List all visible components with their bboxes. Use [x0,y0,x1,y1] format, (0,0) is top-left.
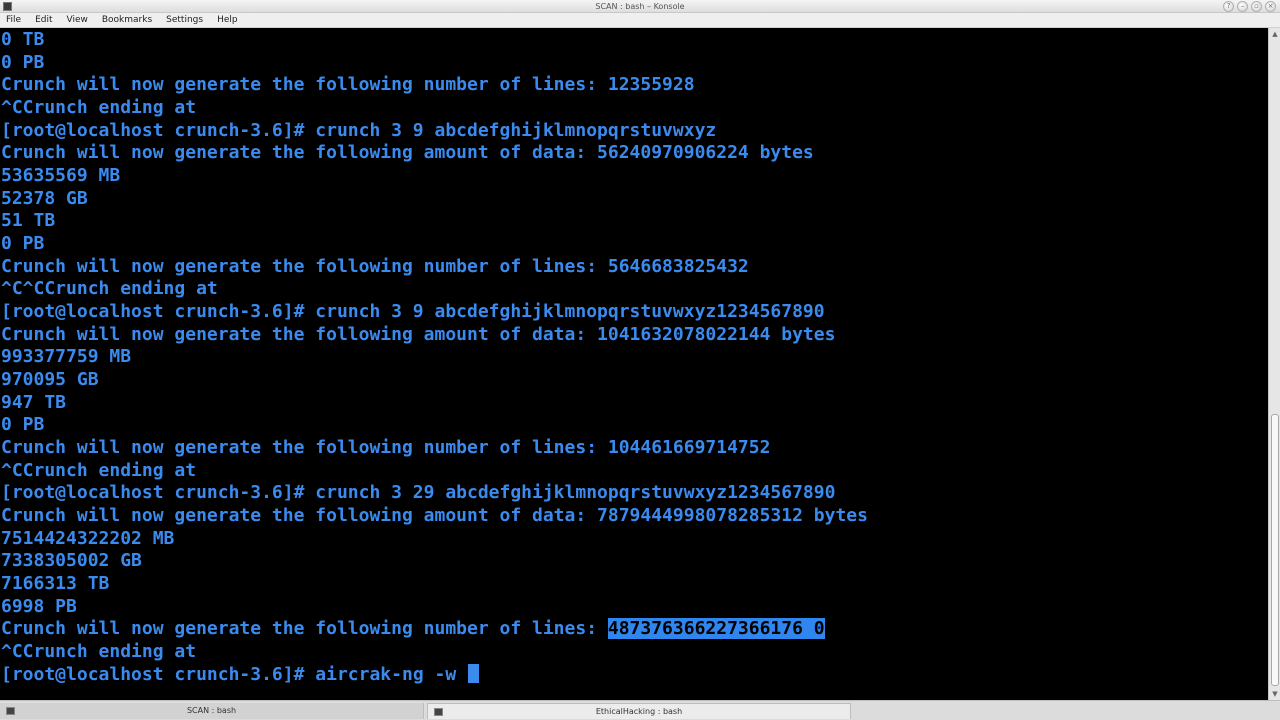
close-window-icon[interactable]: × [1265,1,1276,12]
menu-help[interactable]: Help [217,13,238,28]
tab-scan-bash[interactable]: SCAN : bash [0,703,424,719]
terminal-line: ^CCrunch ending at [1,97,197,118]
terminal-line: [root@localhost crunch-3.6]# crunch 3 9 … [1,120,717,141]
terminal-line: 0 PB [1,52,45,73]
terminal-line: 7166313 TB [1,573,110,594]
terminal-line: 53635569 MB [1,165,121,186]
tab-label: SCAN : bash [186,706,237,715]
scroll-up-arrow-icon[interactable]: ▲ [1269,28,1280,40]
terminal-line: Crunch will now generate the following a… [1,505,868,526]
terminal-line: Crunch will now generate the following a… [1,324,836,345]
menu-bookmarks[interactable]: Bookmarks [102,13,152,28]
terminal-line: 970095 GB [1,369,99,390]
help-window-icon[interactable]: ? [1223,1,1234,12]
terminal-scrollbar[interactable]: ▲ ▼ [1268,28,1280,700]
tab-ethicalhacking-bash[interactable]: EthicalHacking : bash [427,703,851,719]
terminal-line: 0 PB [1,414,45,435]
terminal-output[interactable]: 0 TB 0 PB Crunch will now generate the f… [0,28,1268,700]
terminal-line: 7514424322202 MB [1,528,175,549]
terminal-line: ^CCrunch ending at [1,641,197,662]
text-cursor [468,664,479,683]
maximize-window-icon[interactable]: ▫ [1251,1,1262,12]
menu-bar: File Edit View Bookmarks Settings Help [0,13,1280,28]
terminal-line: Crunch will now generate the following a… [1,142,814,163]
menu-file[interactable]: File [6,13,21,28]
terminal-line: 0 PB [1,233,45,254]
terminal-line: [root@localhost crunch-3.6]# crunch 3 9 … [1,301,825,322]
terminal-line: Crunch will now generate the following n… [1,437,771,458]
terminal-line: 6998 PB [1,596,77,617]
command-input[interactable]: aircrak-ng -w [315,664,467,685]
terminal-line: 52378 GB [1,188,88,209]
terminal-line: Crunch will now generate the following n… [1,256,749,277]
terminal-line: 993377759 MB [1,346,132,367]
minimize-window-icon[interactable]: – [1237,1,1248,12]
terminal-prompt-line[interactable]: [root@localhost crunch-3.6]# aircrak-ng … [1,663,479,686]
terminal-line: 0 TB [1,29,45,50]
tab-label: EthicalHacking : bash [595,707,683,716]
menu-settings[interactable]: Settings [166,13,203,28]
terminal-line: 947 TB [1,392,67,413]
menu-view[interactable]: View [67,13,88,28]
terminal-line: 7338305002 GB [1,550,142,571]
terminal-line: Crunch will now generate the following n… [1,74,695,95]
terminal-line: 51 TB [1,210,56,231]
selected-text-highlight[interactable]: 487376366227366176 0 [607,618,825,639]
menu-edit[interactable]: Edit [35,13,52,28]
scroll-down-arrow-icon[interactable]: ▼ [1269,688,1280,700]
shell-prompt: [root@localhost crunch-3.6]# [1,664,316,685]
window-title: SCAN : bash – Konsole [595,2,685,11]
terminal-line-with-selection: Crunch will now generate the following n… [1,617,825,640]
terminal-tab-icon [6,707,15,715]
window-titlebar: SCAN : bash – Konsole ? – ▫ × [0,0,1280,13]
terminal-line: [root@localhost crunch-3.6]# crunch 3 29… [1,482,836,503]
terminal-line: ^C^CCrunch ending at [1,278,218,299]
scrollbar-thumb[interactable] [1271,414,1279,686]
window-controls: ? – ▫ × [1223,1,1276,12]
terminal-tab-icon [434,708,443,716]
terminal-line-prefix: Crunch will now generate the following n… [1,618,608,639]
session-tab-bar: SCAN : bash EthicalHacking : bash [0,700,1280,720]
terminal-line: ^CCrunch ending at [1,460,197,481]
